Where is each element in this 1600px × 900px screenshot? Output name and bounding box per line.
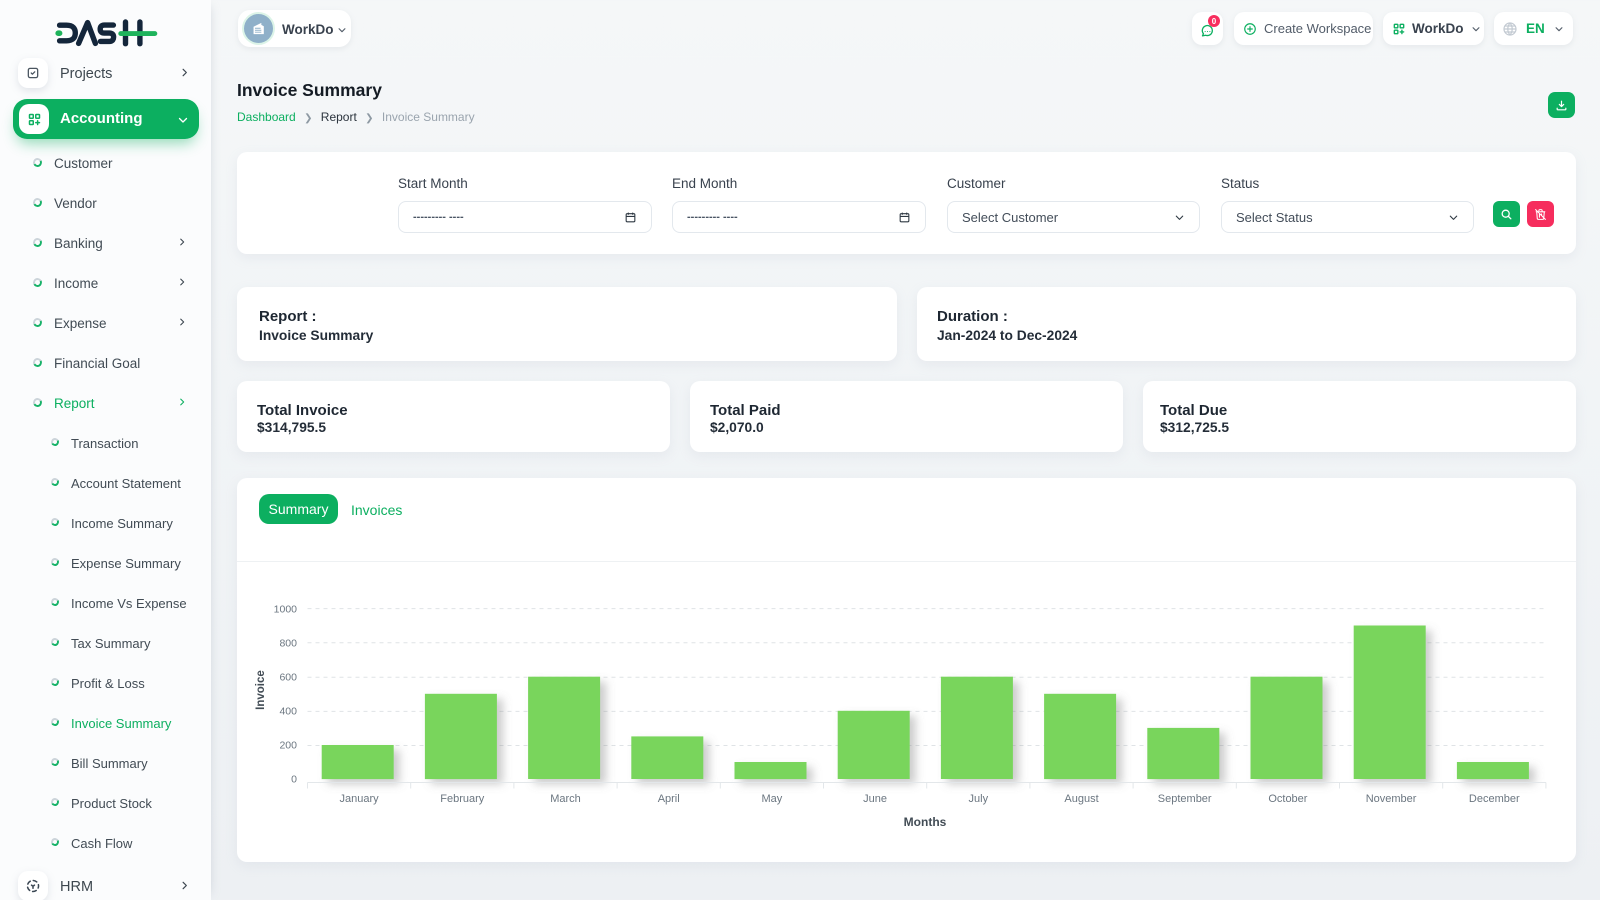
svg-text:December: December (1469, 793, 1520, 805)
svg-text:400: 400 (279, 706, 297, 718)
svg-text:March: March (550, 793, 581, 805)
svg-text:November: November (1366, 793, 1417, 805)
svg-text:Months: Months (904, 815, 947, 829)
svg-text:July: July (969, 793, 989, 805)
svg-text:October: October (1268, 793, 1307, 805)
svg-text:600: 600 (279, 672, 297, 684)
svg-text:800: 800 (279, 638, 297, 650)
svg-text:0: 0 (291, 774, 297, 786)
svg-text:May: May (762, 793, 783, 805)
svg-text:February: February (440, 793, 485, 805)
svg-text:Invoice: Invoice (255, 670, 267, 710)
svg-text:1000: 1000 (274, 604, 298, 616)
svg-text:June: June (863, 793, 887, 805)
svg-text:April: April (658, 793, 680, 805)
svg-text:August: August (1064, 793, 1098, 805)
svg-text:January: January (340, 793, 380, 805)
svg-text:200: 200 (279, 740, 297, 752)
svg-text:September: September (1158, 793, 1212, 805)
